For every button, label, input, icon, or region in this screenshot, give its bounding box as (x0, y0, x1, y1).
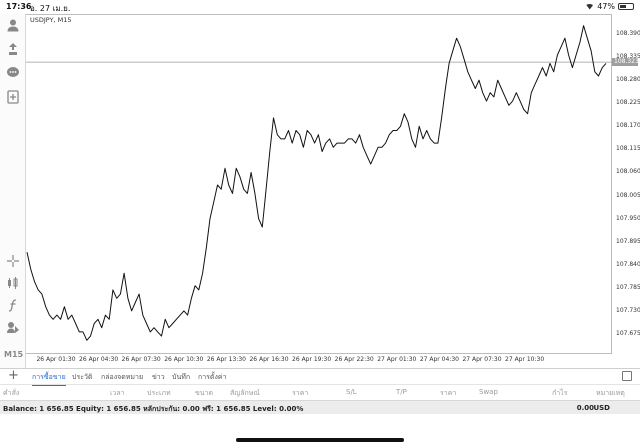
tab-news[interactable]: ข่าว (152, 372, 165, 383)
col-order: คำสั่ง (3, 389, 20, 397)
price-tick: 107.950 (616, 214, 640, 222)
price-tick: 108.280 (616, 76, 640, 84)
time-tick: 26 Apr 07:30 (121, 356, 161, 363)
price-tick: 107.730 (616, 306, 640, 314)
time-tick: 26 Apr 22:30 (334, 356, 374, 363)
time-tick: 26 Apr 04:30 (79, 356, 119, 363)
price-tick: 108.115 (616, 145, 640, 153)
price-tick: 108.225 (616, 99, 640, 107)
time-tick: 27 Apr 01:30 (377, 356, 417, 363)
price-tick: 107.675 (616, 330, 640, 337)
tab-settings[interactable]: การตั้งค่า (198, 372, 227, 383)
price-tick: 107.895 (616, 237, 640, 245)
time-tick: 27 Apr 04:30 (419, 356, 459, 363)
time-axis: 26 Apr 01:30 26 Apr 04:30 26 Apr 07:30 26 A… (26, 356, 612, 366)
col-price: ราคา (292, 389, 309, 397)
col-price-current: ราคา (440, 389, 457, 397)
time-tick: 26 Apr 13:30 (206, 356, 246, 363)
price-tick: 107.840 (616, 260, 640, 268)
time-tick: 27 Apr 10:30 (505, 356, 545, 363)
time-tick: 26 Apr 10:30 (164, 356, 204, 363)
price-tick: 108.060 (616, 168, 640, 176)
time-tick: 26 Apr 01:30 (36, 356, 76, 363)
add-button[interactable]: + (8, 369, 19, 383)
col-time: เวลา (110, 389, 125, 397)
tab-journal[interactable]: บันทึก (172, 372, 190, 383)
tab-trade[interactable]: การซื้อขาย (32, 372, 66, 386)
balance-text: Balance: 1 656.85 Equity: 1 656.85 หลักป… (3, 405, 304, 413)
price-tick: 108.170 (616, 122, 640, 130)
col-tp: T/P (396, 388, 407, 396)
total-profit: 0.00 (576, 404, 594, 412)
current-price-label: 108.323 (612, 58, 639, 67)
account-summary: Balance: 1 656.85 Equity: 1 656.85 หลักป… (0, 400, 640, 414)
col-volume: ขนาด (195, 389, 214, 397)
time-tick: 26 Apr 19:30 (292, 356, 332, 363)
col-comment: หมายเหตุ (596, 389, 625, 397)
price-tick: 108.390 (616, 30, 640, 37)
col-profit: กำไร (552, 389, 568, 397)
tab-mailbox[interactable]: กล่องจดหมาย (101, 372, 143, 383)
symbol-label: USDJPY, M15 (30, 16, 72, 24)
time-tick: 27 Apr 07:30 (462, 356, 502, 363)
price-series-line (26, 25, 607, 341)
orders-header: คำสั่ง เวลา ประเภท ขนาด สัญลักษณ์ ราคา S… (0, 384, 640, 400)
time-tick: 26 Apr 16:30 (249, 356, 289, 363)
price-tick: 107.785 (616, 283, 640, 291)
home-indicator[interactable] (236, 438, 404, 442)
terminal-tabs: + การซื้อขาย ประวัติ กล่องจดหมาย ข่าว บั… (0, 368, 640, 386)
panel-layout-icon[interactable] (622, 371, 632, 381)
col-symbol: สัญลักษณ์ (230, 389, 260, 397)
col-swap: Swap (479, 388, 498, 396)
currency: USD (593, 404, 610, 412)
price-tick: 108.005 (616, 191, 640, 199)
tab-history[interactable]: ประวัติ (72, 372, 92, 383)
col-type: ประเภท (147, 389, 171, 397)
col-sl: S/L (346, 388, 357, 396)
